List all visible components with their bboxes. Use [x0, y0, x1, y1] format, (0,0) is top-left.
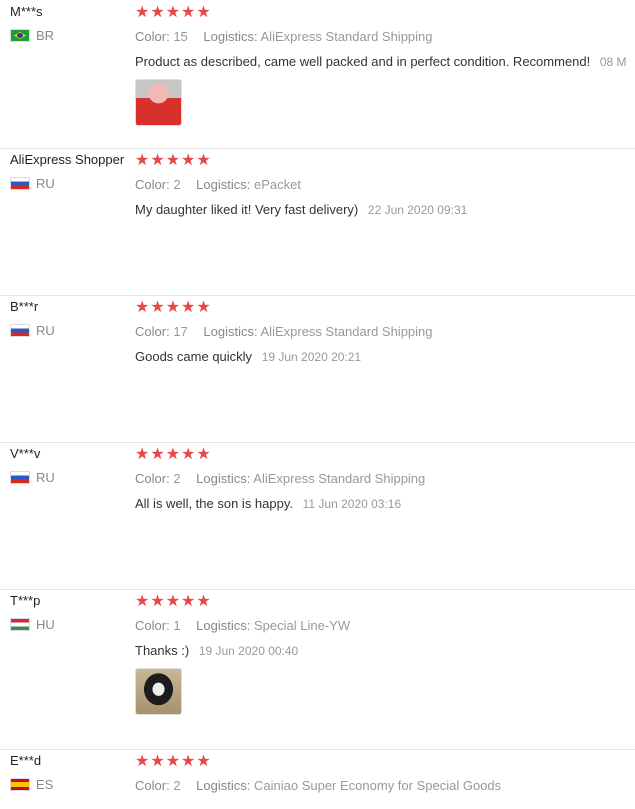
- review-body: ★★★★★ Color: 1 Logistics: Special Line-Y…: [135, 594, 635, 715]
- review-text-row: All is well, the son is happy. 11 Jun 20…: [135, 496, 635, 511]
- review-text-row: My daughter liked it! Very fast delivery…: [135, 202, 635, 217]
- review-item: E***d ES ★★★★★ Color: 2 Logistics: Caini…: [0, 749, 635, 809]
- reviewer-country: ES: [10, 777, 130, 792]
- review-meta: Color: 2 Logistics: ePacket: [135, 177, 635, 192]
- brazil-flag-icon: [10, 29, 30, 42]
- logistics-label: Logistics:: [196, 177, 251, 192]
- reviewer-name: B***r: [10, 299, 39, 314]
- review-date: 19 Jun 2020 20:21: [261, 350, 362, 364]
- review-photo-thumbnail[interactable]: [135, 668, 182, 715]
- country-code: ES: [36, 777, 54, 792]
- reviewer-country: RU: [10, 323, 130, 338]
- color-value: 2: [173, 778, 181, 793]
- color-value: 2: [173, 471, 181, 486]
- logistics-label: Logistics:: [196, 778, 251, 793]
- review-meta: Color: 15 Logistics: AliExpress Standard…: [135, 29, 635, 44]
- country-code: BR: [36, 28, 55, 43]
- reviewer-country: BR: [10, 28, 130, 43]
- review-text: My daughter liked it! Very fast delivery…: [135, 202, 359, 217]
- logistics-value: ePacket: [254, 177, 301, 192]
- color-label: Color:: [135, 29, 170, 44]
- color-value: 1: [173, 618, 181, 633]
- logistics-label: Logistics:: [196, 471, 251, 486]
- country-code: RU: [36, 470, 55, 485]
- logistics-label: Logistics:: [196, 618, 251, 633]
- review-text: Thanks :): [135, 643, 190, 658]
- reviewer-info: V***v RU: [10, 446, 130, 485]
- review-item: V***v RU ★★★★★ Color: 2 Logistics: AliEx…: [0, 442, 635, 590]
- review-text-row: Goods came quickly 19 Jun 2020 20:21: [135, 349, 635, 364]
- review-item: B***r RU ★★★★★ Color: 17 Logistics: AliE…: [0, 295, 635, 443]
- russia-flag-icon: [10, 177, 30, 190]
- review-text: Product as described, came well packed a…: [135, 54, 591, 69]
- review-date: 11 Jun 2020 03:16: [302, 497, 402, 511]
- logistics-value: AliExpress Standard Shipping: [260, 324, 433, 339]
- reviewer-name: AliExpress Shopper: [10, 152, 125, 167]
- star-rating: ★★★★★: [135, 593, 212, 610]
- country-code: RU: [36, 323, 55, 338]
- country-code: HU: [36, 617, 55, 632]
- review-meta: Color: 1 Logistics: Special Line-YW: [135, 618, 635, 633]
- review-text: All is well, the son is happy.: [135, 496, 293, 511]
- review-item: T***p HU ★★★★★ Color: 1 Logistics: Speci…: [0, 589, 635, 750]
- review-body: ★★★★★ Color: 17 Logistics: AliExpress St…: [135, 299, 635, 365]
- spain-flag-icon: [10, 778, 30, 791]
- review-body: ★★★★★ Color: 2 Logistics: AliExpress Sta…: [135, 446, 635, 512]
- review-photo-thumbnail[interactable]: [135, 79, 182, 126]
- reviewer-name: V***v: [10, 446, 41, 461]
- russia-flag-icon: [10, 324, 30, 337]
- color-value: 17: [173, 324, 188, 339]
- country-code: RU: [36, 176, 55, 191]
- review-body: ★★★★★ Color: 2 Logistics: ePacket My dau…: [135, 152, 635, 218]
- review-meta: Color: 2 Logistics: AliExpress Standard …: [135, 471, 635, 486]
- color-label: Color:: [135, 618, 170, 633]
- reviewer-name: M***s: [10, 4, 43, 19]
- logistics-label: Logistics:: [203, 29, 258, 44]
- star-rating: ★★★★★: [135, 446, 212, 463]
- logistics-value: AliExpress Standard Shipping: [253, 471, 426, 486]
- logistics-label: Logistics:: [203, 324, 258, 339]
- star-rating: ★★★★★: [135, 299, 212, 316]
- reviewer-country: HU: [10, 617, 130, 632]
- review-date: 19 Jun 2020 00:40: [198, 644, 299, 658]
- review-text: Goods came quickly: [135, 349, 253, 364]
- review-date: 22 Jun 2020 09:31: [367, 203, 468, 217]
- color-label: Color:: [135, 778, 170, 793]
- reviewer-info: T***p HU: [10, 593, 130, 632]
- reviewer-info: AliExpress Shopper RU: [10, 152, 130, 191]
- review-meta: Color: 17 Logistics: AliExpress Standard…: [135, 324, 635, 339]
- review-text-row: Thanks :) 19 Jun 2020 00:40: [135, 643, 635, 658]
- russia-flag-icon: [10, 471, 30, 484]
- logistics-value: Special Line-YW: [254, 618, 351, 633]
- color-label: Color:: [135, 471, 170, 486]
- review-body: ★★★★★ Color: 15 Logistics: AliExpress St…: [135, 5, 635, 126]
- reviewer-name: E***d: [10, 753, 42, 768]
- reviewer-name: T***p: [10, 593, 41, 608]
- star-rating: ★★★★★: [135, 753, 212, 770]
- color-value: 2: [173, 177, 181, 192]
- star-rating: ★★★★★: [135, 152, 212, 169]
- reviewer-info: E***d ES: [10, 753, 130, 792]
- logistics-value: Cainiao Super Economy for Special Goods: [254, 778, 502, 793]
- review-item: M***s BR ★★★★★ Color: 15 Logistics: AliE…: [0, 0, 635, 149]
- color-label: Color:: [135, 324, 170, 339]
- star-rating: ★★★★★: [135, 4, 212, 21]
- review-meta: Color: 2 Logistics: Cainiao Super Econom…: [135, 778, 635, 793]
- review-date: 08 M: [599, 55, 627, 69]
- review-item: AliExpress Shopper RU ★★★★★ Color: 2 Log…: [0, 148, 635, 296]
- color-label: Color:: [135, 177, 170, 192]
- color-value: 15: [173, 29, 188, 44]
- reviewer-country: RU: [10, 470, 130, 485]
- reviewer-info: B***r RU: [10, 299, 130, 338]
- review-body: ★★★★★ Color: 2 Logistics: Cainiao Super …: [135, 753, 635, 794]
- reviewer-info: M***s BR: [10, 4, 130, 43]
- logistics-value: AliExpress Standard Shipping: [260, 29, 433, 44]
- hungary-flag-icon: [10, 618, 30, 631]
- review-text-row: Product as described, came well packed a…: [135, 54, 635, 69]
- reviewer-country: RU: [10, 176, 130, 191]
